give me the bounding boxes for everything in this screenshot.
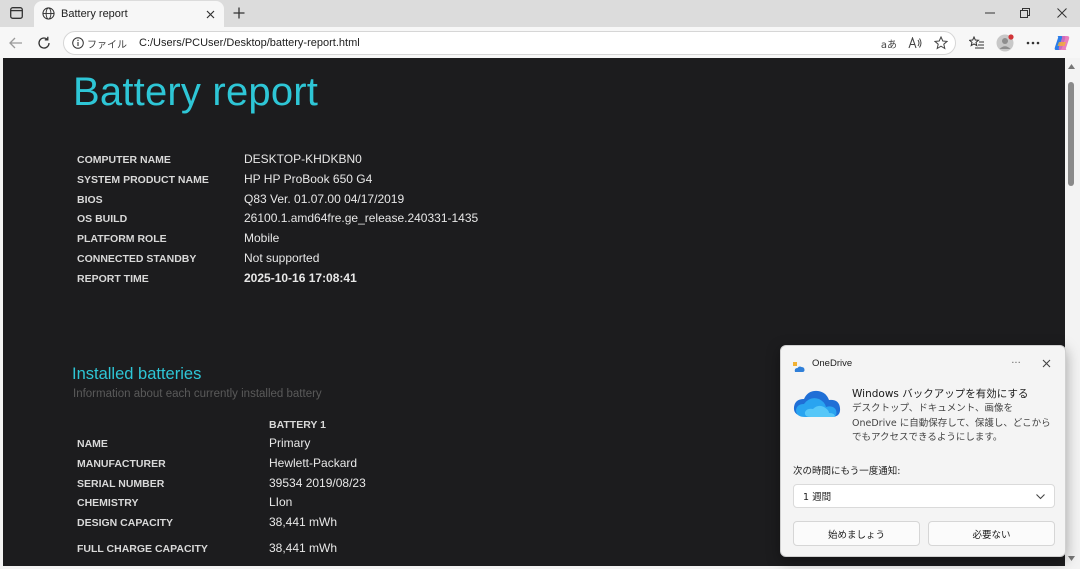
row-label: REPORT TIME [77, 272, 149, 285]
notification-body: デスクトップ、ドキュメント、画像を OneDrive に自動保存して、保護し、ど… [852, 403, 1051, 443]
snooze-prompt: 次の時間にもう一度通知: [793, 466, 901, 477]
installed-batteries-heading: Installed batteries [72, 365, 202, 383]
favorites-list-icon[interactable] [966, 32, 988, 54]
row-label: CHEMISTRY [77, 497, 139, 510]
onedrive-small-icon [793, 358, 807, 372]
minimize-icon[interactable] [978, 3, 1002, 23]
snooze-select-value: 1 週間 [803, 492, 832, 503]
row-label: PLATFORM ROLE [77, 233, 167, 246]
tab-title: Battery report [61, 8, 128, 20]
row-value: Not supported [244, 250, 320, 265]
battery-column-header: BATTERY 1 [269, 419, 326, 431]
new-tab-icon[interactable] [229, 4, 249, 22]
info-icon[interactable] [72, 34, 84, 53]
address-scheme-label: ファイル [87, 39, 127, 51]
address-bar[interactable]: ファイル C:/Users/PCUser/Desktop/battery-rep… [63, 31, 956, 55]
back-icon[interactable] [5, 32, 27, 54]
installed-batteries-subtitle: Information about each currently install… [73, 388, 322, 400]
row-value: DESKTOP-KHDKBN0 [244, 152, 362, 166]
page-title: Battery report [73, 70, 319, 114]
refresh-icon[interactable] [33, 32, 55, 54]
row-label: NAME [77, 438, 108, 450]
notification-close-icon[interactable] [1037, 354, 1055, 372]
row-label: COMPUTER NAME [77, 154, 171, 166]
scroll-up-icon[interactable] [1067, 62, 1075, 70]
not-needed-button[interactable]: 必要ない [928, 521, 1055, 546]
get-started-button[interactable]: 始めましょう [793, 521, 920, 546]
close-tab-icon[interactable] [202, 6, 218, 22]
row-value: Mobile [244, 231, 280, 246]
favorite-star-icon[interactable] [931, 34, 951, 52]
row-value: Primary [269, 436, 311, 450]
address-url[interactable]: C:/Users/PCUser/Desktop/battery-report.h… [139, 37, 360, 49]
row-value: 39534 2019/08/23 [269, 475, 366, 490]
report-time-value: 2025-10-16 17:08:41 [244, 270, 357, 285]
row-value: Hewlett-Packard [269, 455, 358, 470]
notification-heading: Windows バックアップを有効にする [852, 388, 1029, 400]
close-window-icon[interactable] [1050, 3, 1074, 23]
profile-avatar-icon[interactable] [994, 32, 1016, 54]
row-label: BIOS [77, 193, 103, 206]
snooze-select[interactable]: 1 週間 [793, 484, 1055, 508]
tab-strip: Battery report [0, 0, 1080, 27]
scrollbar-thumb[interactable] [1068, 82, 1074, 186]
scroll-down-icon[interactable] [1067, 554, 1075, 562]
row-value: HP HP ProBook 650 G4 [244, 171, 373, 186]
row-label: CONNECTED STANDBY [77, 252, 197, 265]
copilot-icon[interactable] [1051, 32, 1073, 54]
row-label: MANUFACTURER [77, 457, 166, 470]
tab-battery-report[interactable]: Battery report [34, 1, 224, 27]
row-label: FULL CHARGE CAPACITY [77, 543, 208, 556]
row-label: OS BUILD [77, 213, 128, 226]
row-value: 38,441 mWh [269, 515, 338, 530]
row-label: SYSTEM PRODUCT NAME [77, 173, 209, 186]
row-label: DESIGN CAPACITY [77, 517, 174, 530]
row-value: 26100.1.amd64fre.ge_release.240331-1435 [244, 211, 479, 226]
notification-app-name: OneDrive [812, 358, 853, 369]
browser-toolbar: ファイル C:/Users/PCUser/Desktop/battery-rep… [0, 27, 1080, 58]
onedrive-notification: OneDrive ··· Windows バックアップを有効にする デスクトップ… [780, 345, 1066, 557]
translate-icon[interactable]: aあ [879, 34, 899, 52]
row-label: SERIAL NUMBER [77, 477, 165, 490]
page-scrollbar[interactable] [1065, 58, 1077, 566]
row-value: Q83 Ver. 01.07.00 04/17/2019 [244, 191, 405, 206]
read-aloud-icon[interactable] [905, 34, 925, 52]
onedrive-cloud-icon [791, 386, 843, 424]
row-value: 38,441 mWh [269, 541, 338, 556]
tab-actions-icon[interactable] [7, 5, 25, 21]
notification-more-icon[interactable]: ··· [1007, 354, 1025, 372]
globe-icon [42, 5, 55, 24]
chevron-down-icon [1034, 491, 1046, 503]
row-value: LIon [269, 495, 293, 510]
restore-icon[interactable] [1013, 3, 1037, 23]
browser-window: Battery report ファイル C:/Users/PCUser/Desk… [0, 0, 1080, 569]
more-options-icon[interactable] [1022, 32, 1044, 54]
